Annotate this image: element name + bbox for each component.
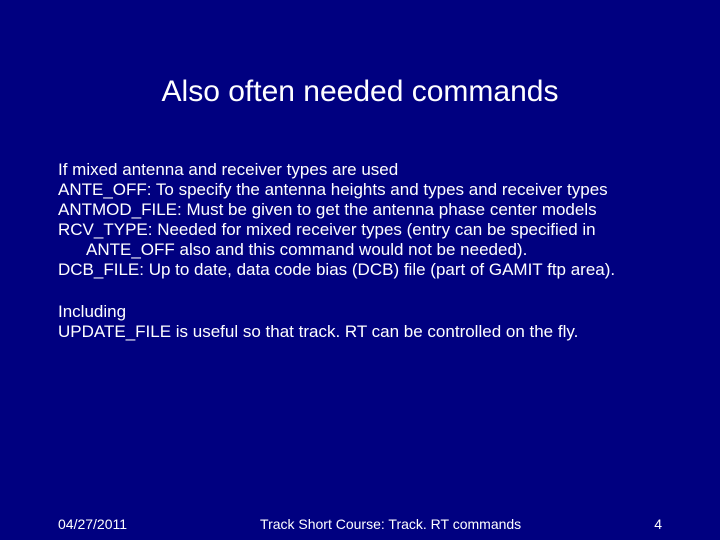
body-ante-off: ANTE_OFF: To specify the antenna heights… (58, 180, 666, 200)
body-update-file: UPDATE_FILE is useful so that track. RT … (58, 322, 666, 342)
body-intro: If mixed antenna and receiver types are … (58, 160, 666, 180)
slide-footer: 04/27/2011 Track Short Course: Track. RT… (58, 516, 662, 532)
slide: Also often needed commands If mixed ante… (0, 0, 720, 540)
body-including: Including (58, 302, 666, 322)
footer-center: Track Short Course: Track. RT commands (127, 516, 654, 532)
slide-body: If mixed antenna and receiver types are … (58, 160, 666, 342)
footer-page-number: 4 (654, 516, 662, 532)
body-rcv-type: RCV_TYPE: Needed for mixed receiver type… (58, 220, 666, 260)
slide-title: Also often needed commands (0, 75, 720, 109)
footer-date: 04/27/2011 (58, 516, 127, 532)
body-dcb-file: DCB_FILE: Up to date, data code bias (DC… (58, 260, 666, 280)
body-antmod-file: ANTMOD_FILE: Must be given to get the an… (58, 200, 666, 220)
